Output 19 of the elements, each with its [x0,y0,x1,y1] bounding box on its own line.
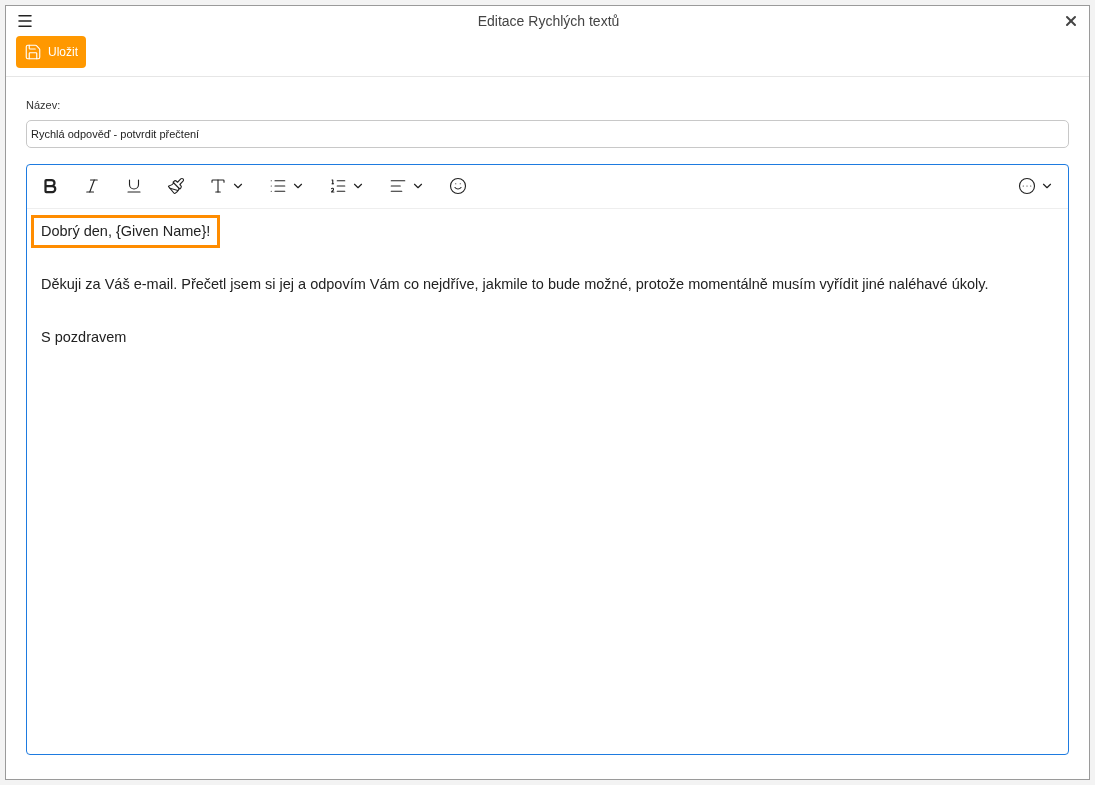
field-label: Název: [26,98,62,113]
window-title: Editace Rychlých textů [477,13,620,29]
more-options-icon [1018,177,1036,195]
align-icon [389,177,407,195]
name-input-field[interactable]: Rychlá odpověď - potvrdit přečtení [26,119,1069,148]
emoji-icon [449,177,467,195]
numbered-list-icon [329,177,347,195]
close-button[interactable] [1063,13,1079,29]
bold-icon [41,177,59,195]
underline-icon [125,177,143,195]
font-color-icon [209,177,227,195]
paintbrush-icon [167,177,185,195]
paragraph-text: Děkuji za Váš e-mail. Přečetl jsem si jej a odpovím Vám co nejdříve, jakmile to bude možné, protože momentálně musím vyřídit jiné naléhavé úkoly. [40,274,990,294]
paragraph-text: S pozdravem [40,327,128,347]
menu-button[interactable] [16,12,34,30]
text-editor[interactable]: Dobrý den, {Given Name}! Děkuji za Váš e-mail. Přečetl jsem si jej a odpovím Vám co nejdříve, jakmile to bude možné, protože momentálně musím vyřídit jiné naléhavé úkoly. S pozdravem [26,163,1069,755]
italic-icon [83,177,101,195]
paragraph-text: Dobrý den, {Given Name}! [31,214,221,248]
bullet-list-icon [269,177,287,195]
